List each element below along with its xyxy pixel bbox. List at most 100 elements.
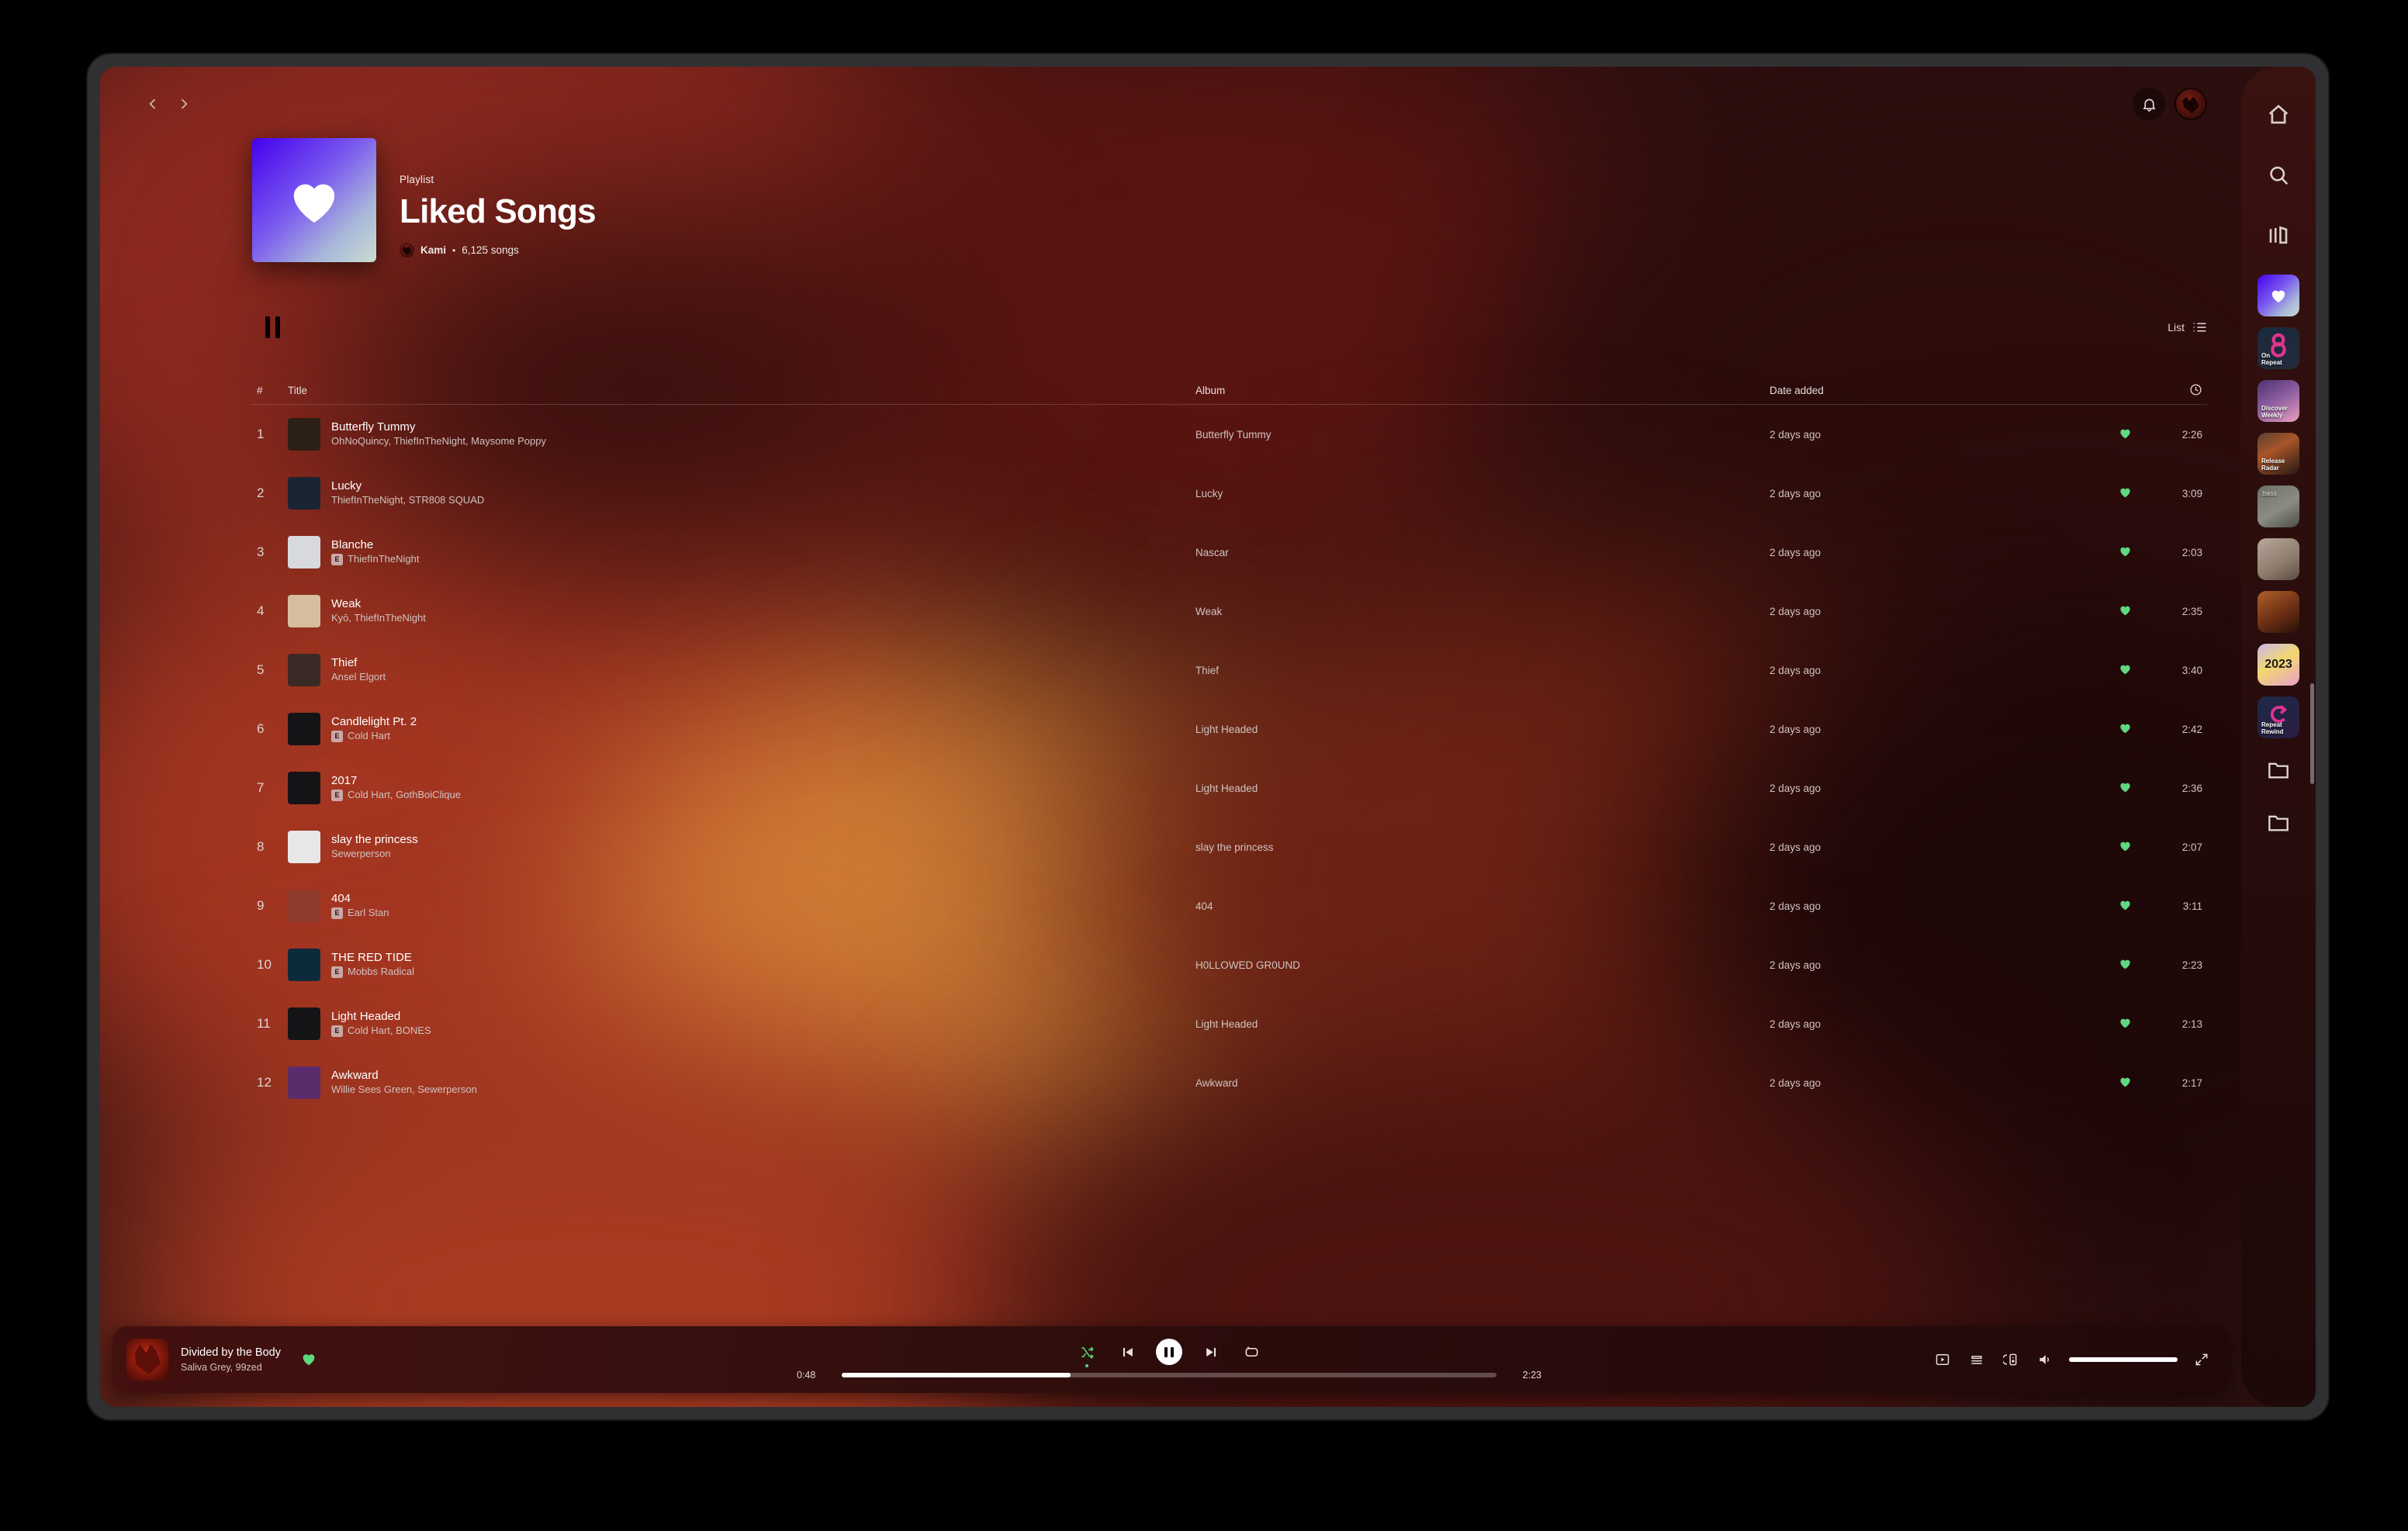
track-title[interactable]: THE RED TIDE: [331, 951, 414, 966]
track-like-heart-icon[interactable]: [2103, 1076, 2147, 1090]
track-like-heart-icon[interactable]: [2103, 663, 2147, 677]
track-like-heart-icon[interactable]: [2103, 899, 2147, 913]
track-album[interactable]: Nascar: [1195, 547, 1229, 558]
track-artists[interactable]: E Cold Hart, GothBoiClique: [331, 789, 461, 802]
your-top-songs-2023-tile[interactable]: 2023: [2258, 644, 2299, 686]
track-title[interactable]: Butterfly Tummy: [331, 420, 546, 435]
track-artists[interactable]: ThiefInTheNight, STR808 SQUAD: [331, 494, 484, 507]
repeat-icon[interactable]: [1240, 1340, 1263, 1363]
track-title[interactable]: Candlelight Pt. 2: [331, 715, 417, 730]
folder-1-icon[interactable]: [2258, 749, 2299, 791]
table-row[interactable]: 9 404 E Earl Stan 404 2 days ago 3:11: [252, 876, 2207, 935]
previous-icon[interactable]: [1116, 1340, 1139, 1363]
search-icon[interactable]: [2257, 154, 2300, 197]
track-title[interactable]: slay the princess: [331, 833, 418, 848]
track-artists[interactable]: Ansel Elgort: [331, 671, 386, 684]
nav-back-button[interactable]: [137, 88, 168, 119]
track-title[interactable]: Blanche: [331, 538, 420, 553]
discover-weekly-tile[interactable]: Discover Weekly: [2258, 380, 2299, 422]
track-artists[interactable]: Sewerperson: [331, 848, 418, 861]
table-row[interactable]: 11 Light Headed E Cold Hart, BONES Light Hea…: [252, 994, 2207, 1053]
now-playing-like-heart-icon[interactable]: [301, 1352, 318, 1367]
track-like-heart-icon[interactable]: [2103, 840, 2147, 854]
track-album[interactable]: 404: [1195, 900, 1213, 912]
track-album[interactable]: Thief: [1195, 665, 1219, 676]
now-playing-title[interactable]: Divided by the Body: [181, 1346, 281, 1361]
track-album[interactable]: slay the princess: [1195, 842, 1274, 853]
track-album[interactable]: Light Headed: [1195, 1018, 1258, 1030]
table-row[interactable]: 5 Thief Ansel Elgort Thief 2 days ago 3:40: [252, 641, 2207, 700]
track-like-heart-icon[interactable]: [2103, 722, 2147, 736]
track-artists[interactable]: Willie Sees Green, Sewerperson: [331, 1083, 477, 1097]
shuffle-icon[interactable]: [1075, 1340, 1098, 1363]
eye-playlist-tile[interactable]: [2258, 591, 2299, 633]
track-artists[interactable]: E ThiefInTheNight: [331, 553, 420, 566]
track-title[interactable]: Weak: [331, 597, 426, 612]
playlist-content: Playlist Liked Songs Kami • 6,125 songs: [100, 67, 2241, 1318]
fullscreen-icon[interactable]: [2192, 1350, 2212, 1370]
user-avatar[interactable]: [2174, 88, 2207, 120]
next-icon[interactable]: [1199, 1340, 1223, 1363]
table-row[interactable]: 6 Candlelight Pt. 2 E Cold Hart Light Headed…: [252, 700, 2207, 759]
track-like-heart-icon[interactable]: [2103, 545, 2147, 559]
track-title[interactable]: Light Headed: [331, 1010, 431, 1025]
repeat-rewind-tile[interactable]: Repeat Rewind: [2258, 696, 2299, 738]
track-artists[interactable]: E Earl Stan: [331, 907, 389, 920]
track-artists[interactable]: E Cold Hart: [331, 730, 417, 743]
track-like-heart-icon[interactable]: [2103, 604, 2147, 618]
track-artists[interactable]: E Cold Hart, BONES: [331, 1025, 431, 1038]
track-like-heart-icon[interactable]: [2103, 427, 2147, 441]
track-title[interactable]: Lucky: [331, 479, 484, 494]
track-like-heart-icon[interactable]: [2103, 781, 2147, 795]
track-title[interactable]: Awkward: [331, 1069, 477, 1083]
track-like-heart-icon[interactable]: [2103, 486, 2147, 500]
track-album[interactable]: Light Headed: [1195, 724, 1258, 735]
folder-2-icon[interactable]: [2258, 802, 2299, 844]
table-row[interactable]: 7 2017 E Cold Hart, GothBoiClique Light Head…: [252, 759, 2207, 817]
track-like-heart-icon[interactable]: [2103, 1017, 2147, 1031]
nav-forward-button[interactable]: [168, 88, 199, 119]
track-album[interactable]: Lucky: [1195, 488, 1223, 499]
track-title[interactable]: 2017: [331, 774, 461, 789]
track-title[interactable]: Thief: [331, 656, 386, 671]
release-radar-tile[interactable]: Release Radar: [2258, 433, 2299, 475]
table-row[interactable]: 8 slay the princess Sewerperson slay the pr…: [252, 817, 2207, 876]
table-row[interactable]: 12 Awkward Willie Sees Green, Sewerperson A…: [252, 1053, 2207, 1112]
track-artists[interactable]: OhNoQuincy, ThiefInTheNight, Maysome Pop…: [331, 435, 546, 448]
table-row[interactable]: 10 THE RED TIDE E Mobbs Radical H0LLOWED GR0…: [252, 935, 2207, 994]
table-row[interactable]: 2 Lucky ThiefInTheNight, STR808 SQUAD Lucky…: [252, 464, 2207, 523]
table-row[interactable]: 4 Weak Kyō, ThiefInTheNight Weak 2 days ago 2…: [252, 582, 2207, 641]
track-artists[interactable]: E Mobbs Radical: [331, 966, 414, 979]
now-playing-view-icon[interactable]: [1932, 1350, 1953, 1370]
table-row[interactable]: 1 Butterfly Tummy OhNoQuincy, ThiefInTheNi…: [252, 405, 2207, 464]
track-album[interactable]: Butterfly Tummy: [1195, 429, 1271, 441]
volume-slider[interactable]: [2069, 1357, 2178, 1362]
track-artwork: [288, 1007, 320, 1040]
queue-icon[interactable]: [1967, 1350, 1987, 1370]
track-album[interactable]: Weak: [1195, 606, 1222, 617]
track-artists[interactable]: Kyō, ThiefInTheNight: [331, 612, 426, 625]
now-playing-artwork[interactable]: [126, 1339, 168, 1381]
track-title[interactable]: 404: [331, 892, 389, 907]
home-icon[interactable]: [2257, 93, 2300, 137]
notifications-bell-icon[interactable]: [2133, 88, 2165, 120]
now-playing-artists[interactable]: Saliva Grey, 99zed: [181, 1361, 281, 1374]
playlist-owner[interactable]: Kami: [420, 244, 446, 256]
sidebar-scrollbar[interactable]: [2310, 683, 2314, 784]
track-album[interactable]: H0LLOWED GR0UND: [1195, 959, 1300, 971]
track-album[interactable]: Light Headed: [1195, 783, 1258, 794]
view-mode-toggle[interactable]: List: [2168, 321, 2207, 334]
on-repeat-tile[interactable]: On Repeat: [2258, 327, 2299, 369]
play-pause-button[interactable]: [252, 307, 292, 347]
liked-songs-tile[interactable]: [2258, 275, 2299, 316]
track-like-heart-icon[interactable]: [2103, 958, 2147, 972]
bass-tile[interactable]: bass: [2258, 486, 2299, 527]
track-album[interactable]: Awkward: [1195, 1077, 1238, 1089]
volume-icon[interactable]: [2035, 1350, 2055, 1370]
photo-playlist-tile[interactable]: [2258, 538, 2299, 580]
library-icon[interactable]: [2257, 214, 2300, 257]
player-play-pause-button[interactable]: [1156, 1339, 1182, 1365]
connect-device-icon[interactable]: [2001, 1350, 2021, 1370]
progress-slider[interactable]: [842, 1373, 1496, 1377]
table-row[interactable]: 3 Blanche E ThiefInTheNight Nascar 2 days ago…: [252, 523, 2207, 582]
